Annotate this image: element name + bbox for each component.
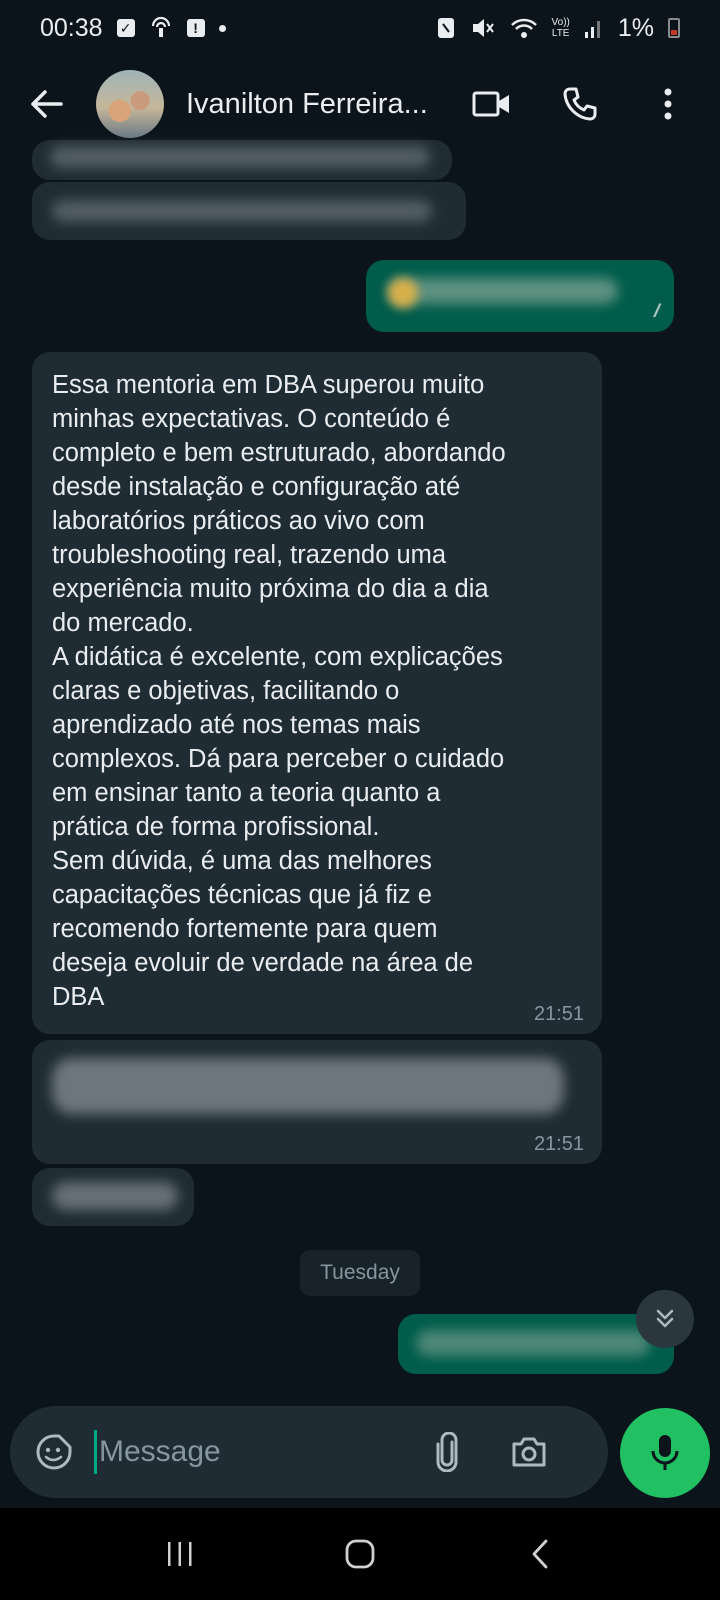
- blurred-outgoing-message-1[interactable]: //: [366, 260, 674, 332]
- message-text: Essa mentoria em DBA superou muito minha…: [52, 371, 506, 1011]
- message-time: 21:51: [533, 1133, 584, 1155]
- message-time: 21:51: [533, 1003, 584, 1025]
- scroll-to-bottom-button[interactable]: [636, 1290, 694, 1348]
- system-navigation-bar: [0, 1508, 720, 1600]
- blurred-incoming-message-3[interactable]: 21:51: [32, 1040, 602, 1164]
- home-icon: [345, 1539, 375, 1569]
- wifi-icon: [510, 17, 538, 39]
- camera-button[interactable]: [501, 1424, 557, 1480]
- message-list[interactable]: // Essa mentoria em DBA superou muito mi…: [0, 140, 720, 1384]
- status-left: 00:38 ✓ !: [40, 14, 226, 43]
- voice-message-button[interactable]: [620, 1408, 710, 1498]
- message-input[interactable]: [99, 1435, 419, 1469]
- status-time: 00:38: [40, 13, 103, 42]
- recent-apps-icon: [168, 1542, 192, 1566]
- hotspot-notification-icon: [149, 16, 173, 40]
- back-chevron-icon: [532, 1539, 548, 1569]
- date-separator: Tuesday: [300, 1250, 420, 1296]
- battery-percent: 1%: [617, 13, 654, 42]
- message-composer: [10, 1406, 608, 1498]
- blurred-content: [52, 1058, 564, 1114]
- more-notifications-dot-icon: [218, 24, 226, 32]
- back-arrow-icon: [31, 90, 63, 118]
- attach-button[interactable]: [419, 1424, 475, 1480]
- camera-icon: [512, 1437, 546, 1467]
- video-call-icon: [472, 91, 509, 117]
- incoming-message-testimonial[interactable]: Essa mentoria em DBA superou muito minha…: [32, 352, 602, 1034]
- blurred-incoming-message-2[interactable]: [32, 182, 466, 240]
- status-bar: 00:38 ✓ ! Vo)) LTE 1%: [0, 0, 720, 56]
- status-right: Vo)) LTE 1%: [436, 14, 680, 43]
- battery-icon: [668, 18, 680, 38]
- blurred-content: [52, 200, 432, 222]
- video-call-button[interactable]: [468, 80, 516, 128]
- home-button[interactable]: [330, 1524, 390, 1584]
- blurred-content: [388, 278, 618, 304]
- sticker-emoji-icon: [36, 1434, 72, 1470]
- volte-icon: Vo)) LTE: [551, 17, 570, 39]
- voice-call-button[interactable]: [556, 80, 604, 128]
- more-options-button[interactable]: [644, 80, 692, 128]
- recent-apps-button[interactable]: [150, 1524, 210, 1584]
- checkbox-notification-icon: ✓: [116, 19, 135, 37]
- mute-icon: [470, 16, 496, 40]
- emoji-blur: [388, 278, 418, 308]
- blurred-content: [52, 1182, 178, 1210]
- nfc-icon: [436, 17, 456, 39]
- text-cursor: [94, 1430, 97, 1474]
- paperclip-icon: [436, 1432, 458, 1472]
- blurred-incoming-message-1[interactable]: [32, 140, 452, 180]
- signal-icon: [584, 17, 604, 39]
- more-vert-icon: [664, 88, 672, 120]
- whatsapp-chat-screen: 00:38 ✓ ! Vo)) LTE 1% Ivanilton Ferreira…: [0, 0, 720, 1600]
- chat-header: Ivanilton Ferreira...: [0, 56, 720, 152]
- blurred-content: [50, 146, 430, 168]
- microphone-icon: [651, 1435, 679, 1470]
- blurred-outgoing-message-2[interactable]: [398, 1314, 674, 1374]
- read-receipt-icon: //: [653, 301, 660, 321]
- header-actions: [468, 80, 702, 128]
- emoji-sticker-button[interactable]: [30, 1428, 78, 1476]
- blurred-content: [416, 1330, 650, 1356]
- alert-notification-icon: !: [186, 19, 205, 37]
- back-button[interactable]: [18, 76, 74, 132]
- blurred-incoming-message-4[interactable]: [32, 1168, 194, 1226]
- system-back-button[interactable]: [510, 1524, 570, 1584]
- phone-icon: [563, 87, 597, 121]
- contact-name[interactable]: Ivanilton Ferreira...: [186, 88, 451, 121]
- contact-avatar[interactable]: [96, 70, 164, 138]
- double-chevron-down-icon: [656, 1309, 674, 1328]
